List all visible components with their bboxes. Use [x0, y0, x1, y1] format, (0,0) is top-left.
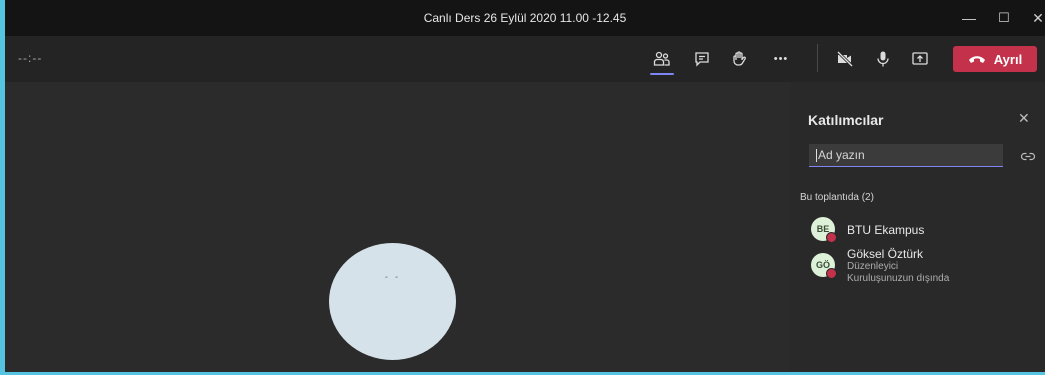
camera-off-icon [836, 50, 854, 68]
in-meeting-section-header[interactable]: Bu toplantıda (2) [800, 192, 874, 203]
microphone-icon [877, 51, 889, 67]
section-label: Bu toplantıda (2) [800, 192, 874, 203]
video-stage: - - [5, 82, 790, 372]
window-title: Canlı Ders 26 Eylül 2020 11.00 -12.45 [423, 11, 627, 25]
presence-dot [826, 268, 837, 279]
leave-label: Ayrıl [993, 51, 1023, 67]
title-bar: Canlı Ders 26 Eylül 2020 11.00 -12.45 — … [5, 0, 1045, 36]
camera-toggle-button[interactable] [831, 46, 859, 72]
toolbar-divider [817, 44, 818, 72]
avatar-initials: - - [384, 272, 401, 283]
meeting-timer: --:-- [18, 51, 43, 65]
teams-window: Canlı Ders 26 Eylül 2020 11.00 -12.45 — … [5, 0, 1045, 372]
name-search-input[interactable]: Ad yazın [809, 144, 1003, 167]
participant-role: Düzenleyici [847, 261, 899, 272]
participants-panel: Katılımcılar ✕ Ad yazın Bu toplantıda (2… [790, 82, 1045, 372]
chat-icon [695, 52, 709, 67]
participant-avatar: - - [329, 243, 456, 360]
people-icon [653, 51, 670, 66]
maximize-button[interactable]: ☐ [993, 8, 1015, 28]
leave-button[interactable]: Ayrıl [953, 46, 1037, 72]
hang-up-icon [968, 56, 985, 63]
participants-button[interactable] [648, 46, 676, 72]
meeting-toolbar: --:-- ••• Ayrıl [5, 36, 1045, 82]
participant-avatar-small: BE [811, 217, 837, 243]
raise-hand-button[interactable] [725, 46, 753, 72]
participant-external-note: Kuruluşunuzun dışında [847, 273, 950, 284]
close-window-button[interactable]: ✕ [1027, 8, 1045, 28]
panel-title: Katılımcılar [808, 112, 884, 128]
share-screen-icon [912, 52, 928, 65]
microphone-toggle-button[interactable] [869, 46, 897, 72]
participant-name: BTU Ekampus [847, 223, 925, 237]
participant-avatar-small: GÖ [811, 253, 837, 279]
more-options-button[interactable]: ••• [767, 46, 795, 72]
search-placeholder: Ad yazın [818, 148, 865, 162]
text-caret [816, 149, 817, 163]
participant-name: Göksel Öztürk [847, 247, 924, 261]
presence-dot [826, 232, 837, 243]
close-panel-button[interactable]: ✕ [1018, 110, 1030, 127]
hand-icon [733, 51, 746, 66]
share-screen-button[interactable] [906, 46, 934, 72]
share-link-icon[interactable] [1020, 149, 1036, 163]
chat-button[interactable] [688, 46, 716, 72]
active-tab-indicator [650, 73, 674, 75]
minimize-button[interactable]: — [958, 8, 980, 28]
